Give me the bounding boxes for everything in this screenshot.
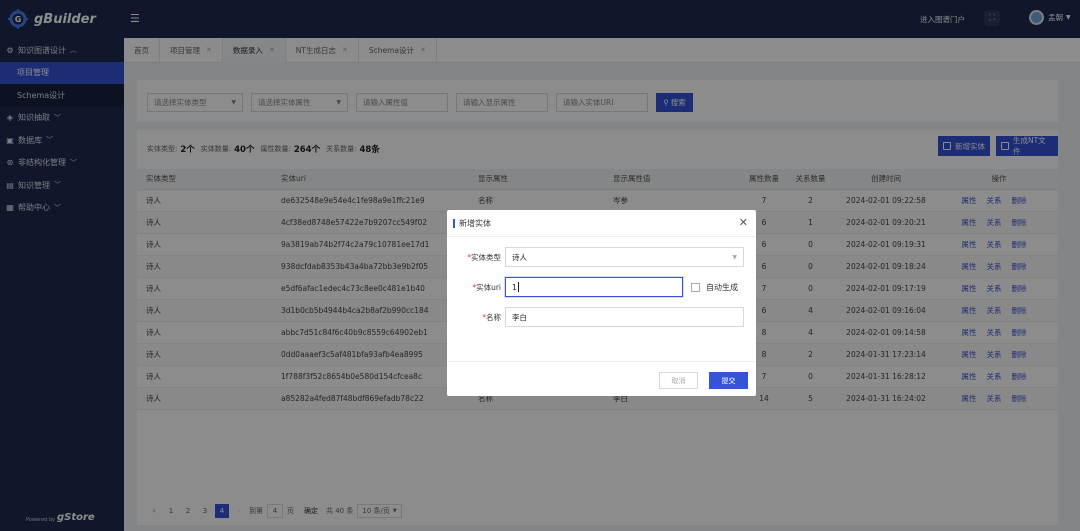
field-value: 1: [512, 282, 517, 292]
entity-uri-row: *实体uri 1 自动生成: [447, 277, 738, 297]
field-label: *实体类型: [467, 252, 501, 262]
field-label: *名称: [482, 312, 501, 322]
dialog-footer: 取消 提交: [447, 361, 756, 396]
field-label-text: 实体类型: [471, 252, 501, 262]
dialog-header: 新增实体: [447, 210, 756, 237]
text-cursor: [517, 282, 519, 292]
chevron-down-icon: ▼: [732, 253, 737, 261]
add-entity-dialog: 新增实体 ✕ *实体类型 诗人 ▼ *实体uri 1 自动生成 *名称 李白 取消…: [447, 210, 756, 396]
close-icon[interactable]: ✕: [739, 216, 748, 229]
field-label-text: 实体uri: [476, 282, 501, 292]
field-value: 李白: [512, 312, 527, 322]
field-value: 诗人: [512, 252, 527, 262]
auto-generate-checkbox[interactable]: [691, 282, 700, 292]
cancel-button[interactable]: 取消: [659, 372, 698, 389]
field-label-text: 名称: [486, 312, 501, 322]
name-field[interactable]: 李白: [505, 307, 744, 327]
auto-generate-label: 自动生成: [706, 282, 738, 292]
name-row: *名称 李白: [447, 307, 744, 327]
dialog-title: 新增实体: [459, 218, 491, 228]
entity-type-row: *实体类型 诗人 ▼: [447, 247, 744, 267]
submit-button[interactable]: 提交: [709, 372, 748, 389]
title-accent: [453, 218, 455, 228]
entity-type-field[interactable]: 诗人 ▼: [505, 247, 744, 267]
field-label: *实体uri: [472, 282, 501, 292]
entity-uri-field[interactable]: 1: [505, 277, 683, 297]
